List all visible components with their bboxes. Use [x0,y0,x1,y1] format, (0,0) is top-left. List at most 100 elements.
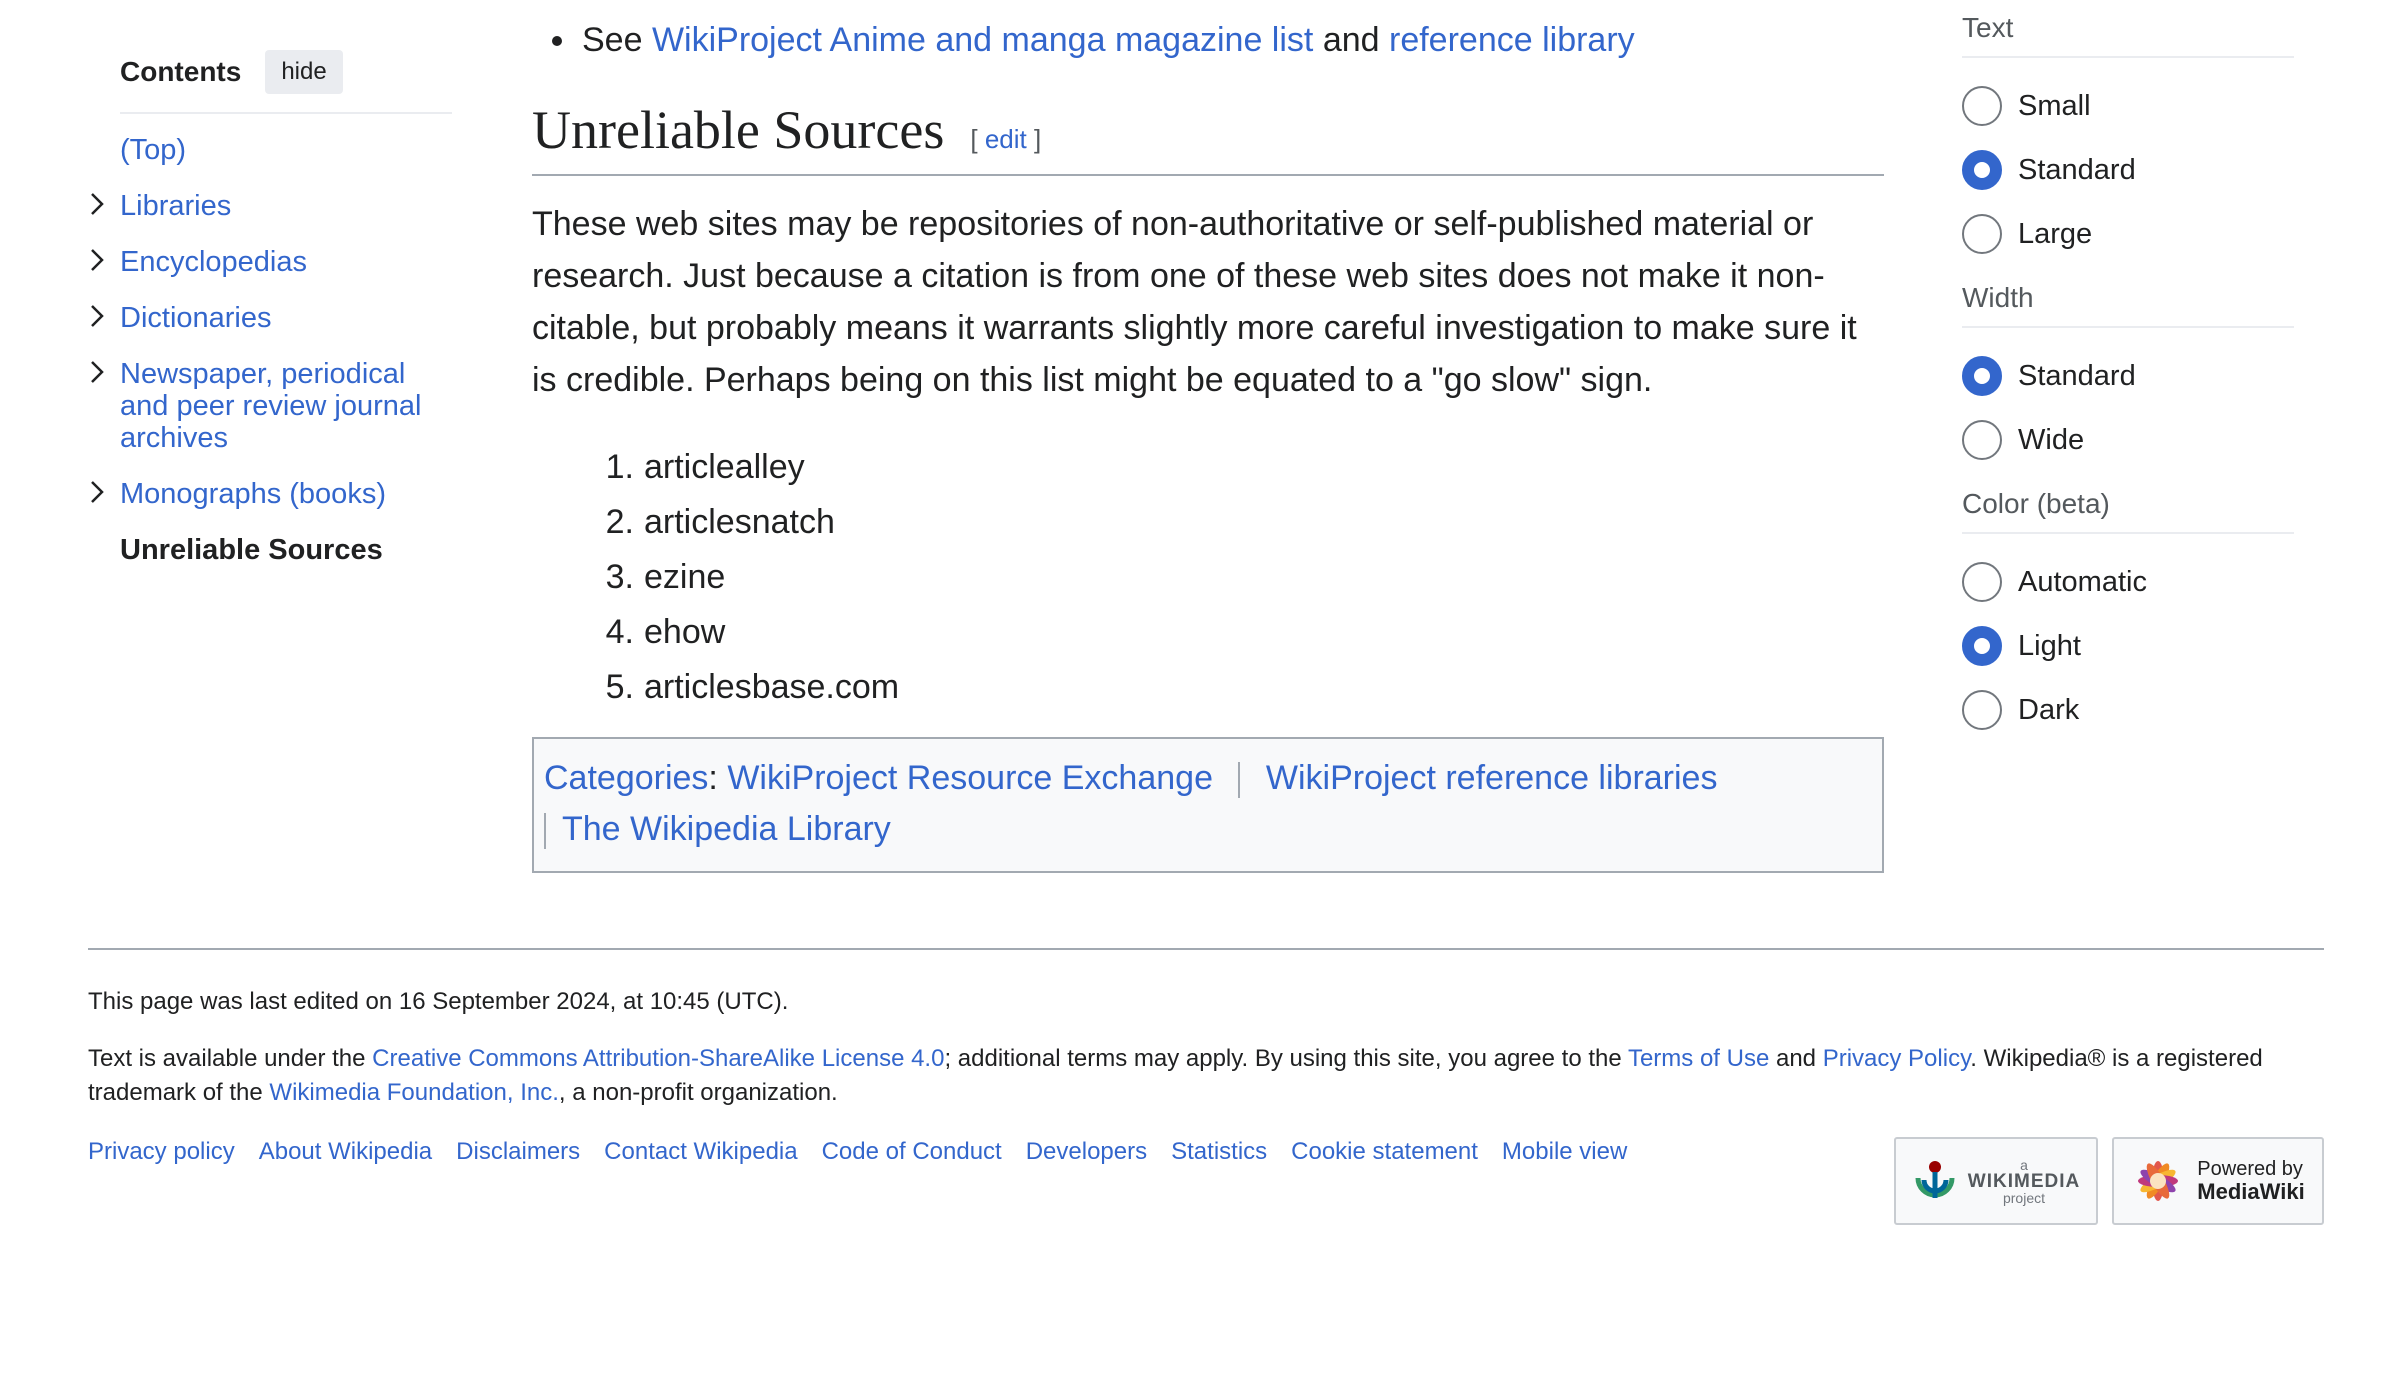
unreliable-sources-list: 1. articlealley 2. articlesnatch 3. ezine 4… [532,440,1884,715]
list-text: articlesnatch [644,503,835,541]
toc-item-label[interactable]: Encyclopedias [120,246,307,278]
toc-item-monographs[interactable]: Monographs (books) [91,478,452,510]
toc-item-dictionaries[interactable]: Dictionaries [91,302,452,334]
footer-badges: a WIKIMEDIA project Powered by MediaWiki [1894,1137,2324,1225]
text-size-section: Text Small Standard Large [1962,12,2294,266]
text-size-small-option[interactable]: Small [1962,74,2294,138]
list-number: 4. [605,613,634,651]
toc-item-unreliable-sources[interactable]: Unreliable Sources [120,534,452,566]
footer-mobile-view-link[interactable]: Mobile view [1502,1138,1627,1166]
mediawiki-flower-icon [2138,1161,2179,1201]
anime-manga-magazine-list-link[interactable]: WikiProject Anime and manga magazine lis… [652,21,1313,59]
categories-link[interactable]: Categories [544,759,708,797]
chevron-right-icon[interactable] [86,358,110,386]
footer-contact-link[interactable]: Contact Wikipedia [604,1138,797,1166]
radio-unchecked-icon[interactable] [1962,690,2002,730]
see-prefix: See [582,21,643,59]
wikimedia-badge-big: WIKIMEDIA [1967,1170,2081,1192]
radio-checked-icon[interactable] [1962,150,2002,190]
category-resource-exchange-link[interactable]: WikiProject Resource Exchange [727,759,1213,797]
toc-item-label[interactable]: Libraries [120,190,231,222]
privacy-policy-inline-link[interactable]: Privacy Policy [1823,1045,1971,1072]
footer-disclaimers-link[interactable]: Disclaimers [456,1138,580,1166]
toc-hide-button[interactable]: hide [265,50,343,94]
text-size-large-option[interactable]: Large [1962,202,2294,266]
license-text-part: and [1769,1045,1823,1072]
option-label: Automatic [2018,565,2147,598]
footer-cookie-statement-link[interactable]: Cookie statement [1291,1138,1478,1166]
wikimedia-project-badge[interactable]: a WIKIMEDIA project [1894,1137,2098,1225]
cc-license-link[interactable]: Creative Commons Attribution-ShareAlike … [372,1045,944,1072]
radio-checked-icon[interactable] [1962,626,2002,666]
toc-item-encyclopedias[interactable]: Encyclopedias [91,246,452,278]
wikimedia-badge-small2: project [2002,1189,2046,1206]
text-size-standard-option[interactable]: Standard [1962,138,2294,202]
radio-unchecked-icon[interactable] [1962,86,2002,126]
toc-item-top[interactable]: (Top) [120,134,452,166]
toc-item-newspaper-archives[interactable]: Newspaper, periodical and peer review jo… [91,358,452,454]
main-content: See WikiProject Anime and manga magazine… [532,0,1884,873]
section-paragraph: These web sites may be repositories of n… [532,205,1857,399]
chevron-right-icon[interactable] [86,246,110,274]
license-text-part: Text is available under the [88,1045,373,1072]
wikimedia-badge-small: a [2020,1156,2028,1173]
toc-title: Contents [120,56,242,87]
terms-of-use-link[interactable]: Terms of Use [1628,1045,1769,1072]
option-label: Dark [2018,693,2080,726]
toc-item-label[interactable]: Monographs (books) [120,478,386,510]
footer-statistics-link[interactable]: Statistics [1171,1138,1267,1166]
table-of-contents: Contents hide (Top) Libraries Encycloped… [91,50,452,590]
powered-by-mediawiki-badge[interactable]: Powered by MediaWiki [2112,1137,2324,1225]
toc-header: Contents hide [120,50,452,114]
list-number: 1. [605,448,634,486]
list-text: articlesbase.com [644,668,900,706]
wikimedia-foundation-link[interactable]: Wikimedia Foundation, Inc. [269,1079,558,1106]
option-label: Large [2018,217,2093,250]
edit-link[interactable]: edit [985,124,1027,154]
toc-item-libraries[interactable]: Libraries [91,190,452,222]
list-item: 1. articlealley [532,440,1884,495]
toc-item-label[interactable]: Unreliable Sources [120,534,383,566]
section-title: Unreliable Sources [532,100,945,160]
chevron-right-icon[interactable] [86,302,110,330]
chevron-right-icon[interactable] [86,478,110,506]
option-label: Small [2018,89,2091,122]
color-section: Color (beta) Automatic Light Dark [1962,488,2294,742]
list-item: 3. ezine [532,550,1884,605]
list-item: 5. articlesbase.com [532,660,1884,715]
footer-code-of-conduct-link[interactable]: Code of Conduct [822,1138,1002,1166]
wikimedia-logo-icon [1915,1161,1955,1198]
color-dark-option[interactable]: Dark [1962,678,2294,742]
toc-list: (Top) Libraries Encyclopedias Dictionari… [91,134,452,566]
toc-item-label[interactable]: Dictionaries [120,302,272,334]
reference-library-link[interactable]: reference library [1389,21,1635,59]
option-label: Light [2018,629,2081,662]
color-light-option[interactable]: Light [1962,614,2294,678]
footer-developers-link[interactable]: Developers [1026,1138,1147,1166]
footer-about-link[interactable]: About Wikipedia [259,1138,432,1166]
radio-checked-icon[interactable] [1962,356,2002,396]
categories-colon: : [708,759,718,797]
chevron-right-icon[interactable] [86,190,110,218]
category-separator [544,813,546,850]
width-standard-option[interactable]: Standard [1962,344,2294,408]
toc-item-label[interactable]: (Top) [120,134,186,166]
radio-unchecked-icon[interactable] [1962,214,2002,254]
category-reference-libraries-link[interactable]: WikiProject reference libraries [1266,759,1718,797]
width-section: Width Standard Wide [1962,282,2294,472]
category-wikipedia-library-link[interactable]: The Wikipedia Library [562,810,891,848]
list-text: ezine [644,558,726,596]
width-wide-option[interactable]: Wide [1962,408,2294,472]
toc-item-label[interactable]: Newspaper, periodical and peer review jo… [120,358,421,454]
mediawiki-badge-text: Powered by MediaWiki [2197,1158,2304,1204]
list-text: ehow [644,613,726,651]
license-text-part: ; additional terms may apply. By using t… [944,1045,1628,1072]
wikimedia-badge-text: a WIKIMEDIA project [1968,1158,2080,1205]
bullet [552,36,562,46]
option-label: Standard [2018,359,2136,392]
radio-unchecked-icon[interactable] [1962,562,2002,602]
footer-privacy-policy-link[interactable]: Privacy policy [88,1138,235,1166]
color-automatic-option[interactable]: Automatic [1962,550,2294,614]
radio-unchecked-icon[interactable] [1962,420,2002,460]
width-title: Width [1962,282,2294,328]
